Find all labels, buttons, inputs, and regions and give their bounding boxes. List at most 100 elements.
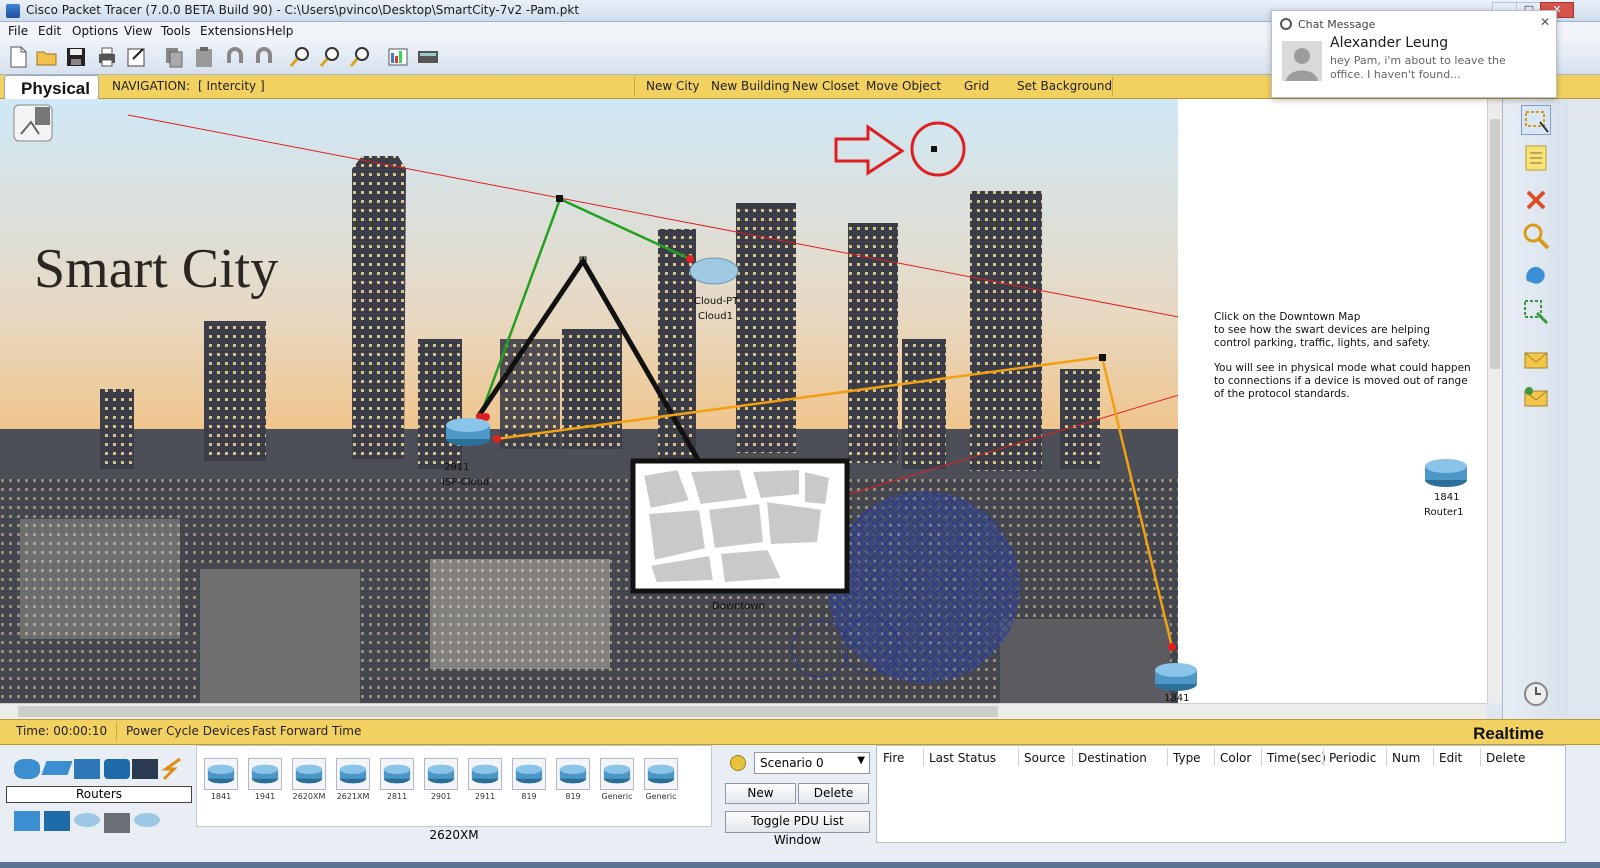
save-icon[interactable] xyxy=(64,45,88,69)
switches-category-icon[interactable] xyxy=(41,761,73,775)
new-scenario-button[interactable]: New xyxy=(725,783,796,804)
pdu-column-header[interactable]: Edit xyxy=(1439,751,1462,765)
note-line: of the protocol standards. xyxy=(1214,388,1350,400)
fast-forward-time-button[interactable]: Fast Forward Time xyxy=(252,724,361,738)
pdu-column-header[interactable]: Fire xyxy=(883,751,904,765)
vertical-scroll-thumb[interactable] xyxy=(1490,119,1500,369)
menu-edit[interactable]: Edit xyxy=(38,24,61,38)
device-2620xm[interactable]: 2620XM xyxy=(291,758,327,802)
close-chat-icon[interactable]: ✕ xyxy=(1540,15,1550,29)
router-icon xyxy=(644,758,678,790)
power-cycle-devices-button[interactable]: Power Cycle Devices xyxy=(126,724,250,738)
info-icon[interactable] xyxy=(730,755,746,771)
open-folder-icon[interactable] xyxy=(35,45,59,69)
delete-tool-icon[interactable] xyxy=(1521,185,1551,215)
hubs-category-icon[interactable] xyxy=(74,759,100,779)
intercity-cluster-icon[interactable] xyxy=(13,104,53,142)
horizontal-scroll-thumb[interactable] xyxy=(18,706,998,717)
device-1941[interactable]: 1941 xyxy=(247,758,283,802)
security-category-icon[interactable] xyxy=(132,759,158,779)
set-background-button[interactable]: Set Background xyxy=(1017,79,1112,93)
device-model-list: 1841 1941 2620XM 2621XM 2811 2901 2911 8… xyxy=(196,745,712,827)
router-icon xyxy=(248,758,282,790)
workspace-vertical-scrollbar[interactable] xyxy=(1487,99,1502,703)
activity-wizard-icon[interactable] xyxy=(125,45,149,69)
device-819[interactable]: 819 xyxy=(511,758,547,802)
routers-category-icon[interactable] xyxy=(14,759,40,779)
select-tool-icon[interactable] xyxy=(1521,105,1551,135)
cloud-name[interactable]: Cloud1 xyxy=(698,311,733,322)
zoom-in-icon[interactable] xyxy=(288,45,312,69)
menu-help[interactable]: Help xyxy=(266,24,293,38)
device-generic[interactable]: Generic xyxy=(643,758,679,802)
wan-emulation-category-icon[interactable] xyxy=(74,813,100,827)
pdu-column-header[interactable]: Source xyxy=(1024,751,1065,765)
router1-name[interactable]: Router1 xyxy=(1424,507,1464,518)
workspace-horizontal-scrollbar[interactable] xyxy=(0,703,1487,719)
navigation-path[interactable]: [ Intercity ] xyxy=(198,79,265,93)
pdu-column-header[interactable]: Last Status xyxy=(929,751,996,765)
menu-view[interactable]: View xyxy=(124,24,152,38)
pdu-column-header[interactable]: Destination xyxy=(1078,751,1147,765)
undo-icon[interactable] xyxy=(223,45,247,69)
router-icon xyxy=(600,758,634,790)
pdu-column-header[interactable]: Delete xyxy=(1486,751,1525,765)
device-generic[interactable]: Generic xyxy=(599,758,635,802)
device-819[interactable]: 819 xyxy=(555,758,591,802)
move-object-button[interactable]: Move Object xyxy=(866,79,941,93)
paste-icon[interactable] xyxy=(192,45,216,69)
new-building-button[interactable]: New Building xyxy=(711,79,790,93)
nav-divider xyxy=(1112,77,1113,96)
pdu-column-header[interactable]: Color xyxy=(1220,751,1251,765)
multiuser-category-icon[interactable] xyxy=(134,813,160,827)
device-2911[interactable]: 2911 xyxy=(467,758,503,802)
delete-scenario-button[interactable]: Delete xyxy=(798,783,869,804)
connections-category-icon[interactable] xyxy=(160,757,184,781)
draw-shape-tool-icon[interactable] xyxy=(1521,259,1551,289)
end-devices-category-icon[interactable] xyxy=(14,811,40,831)
resize-tool-icon[interactable] xyxy=(1521,297,1551,327)
physical-workspace-canvas[interactable]: Smart City 2911 ISP-Cloud Cloud-PT Cloud… xyxy=(0,99,1487,703)
add-simple-pdu-icon[interactable] xyxy=(1521,345,1551,375)
isp-router-name[interactable]: ISP-Cloud xyxy=(442,477,489,488)
menu-file[interactable]: File xyxy=(8,24,28,38)
note-tool-icon[interactable] xyxy=(1521,143,1551,173)
print-icon[interactable] xyxy=(95,45,119,69)
menu-extensions[interactable]: Extensions xyxy=(200,24,265,38)
new-closet-button[interactable]: New Closet xyxy=(792,79,859,93)
column-divider xyxy=(1167,748,1168,766)
chat-notification[interactable]: Chat Message ✕ Alexander Leung hey Pam, … xyxy=(1271,10,1557,98)
wireless-category-icon[interactable] xyxy=(104,759,130,779)
downtown-map-label[interactable]: Downtown xyxy=(712,601,765,612)
scenario-select[interactable]: Scenario 0 ▼ xyxy=(754,752,870,774)
pdu-column-header[interactable]: Type xyxy=(1173,751,1201,765)
menu-tools[interactable]: Tools xyxy=(161,24,191,38)
copy-icon[interactable] xyxy=(162,45,186,69)
components-category-icon[interactable] xyxy=(44,811,70,831)
cloud-model: Cloud-PT xyxy=(694,296,739,307)
pdu-column-header[interactable]: Time(sec) xyxy=(1267,751,1326,765)
router-1841-icon[interactable] xyxy=(1154,659,1198,693)
zoom-out-icon[interactable] xyxy=(348,45,372,69)
zoom-reset-icon[interactable] xyxy=(318,45,342,69)
custom-devices-category-icon[interactable] xyxy=(104,813,130,833)
realtime-mode-label[interactable]: Realtime xyxy=(1473,724,1544,744)
grid-button[interactable]: Grid xyxy=(964,79,989,93)
new-file-icon[interactable] xyxy=(6,45,30,69)
device-2811[interactable]: 2811 xyxy=(379,758,415,802)
pdu-column-header[interactable]: Periodic xyxy=(1329,751,1376,765)
realtime-clock-icon[interactable] xyxy=(1521,679,1551,709)
redo-icon[interactable] xyxy=(252,45,276,69)
menu-options[interactable]: Options xyxy=(72,24,118,38)
add-complex-pdu-icon[interactable] xyxy=(1521,383,1551,413)
router1-icon[interactable] xyxy=(1424,455,1468,489)
toggle-pdu-list-button[interactable]: Toggle PDU List Window xyxy=(725,811,870,847)
custom-device-icon[interactable] xyxy=(416,45,440,69)
new-city-button[interactable]: New City xyxy=(646,79,700,93)
pdu-column-header[interactable]: Num xyxy=(1392,751,1420,765)
device-1841[interactable]: 1841 xyxy=(203,758,239,802)
palette-icon[interactable] xyxy=(386,45,410,69)
inspect-tool-icon[interactable] xyxy=(1521,221,1551,251)
device-2901[interactable]: 2901 xyxy=(423,758,459,802)
device-2621xm[interactable]: 2621XM xyxy=(335,758,371,802)
